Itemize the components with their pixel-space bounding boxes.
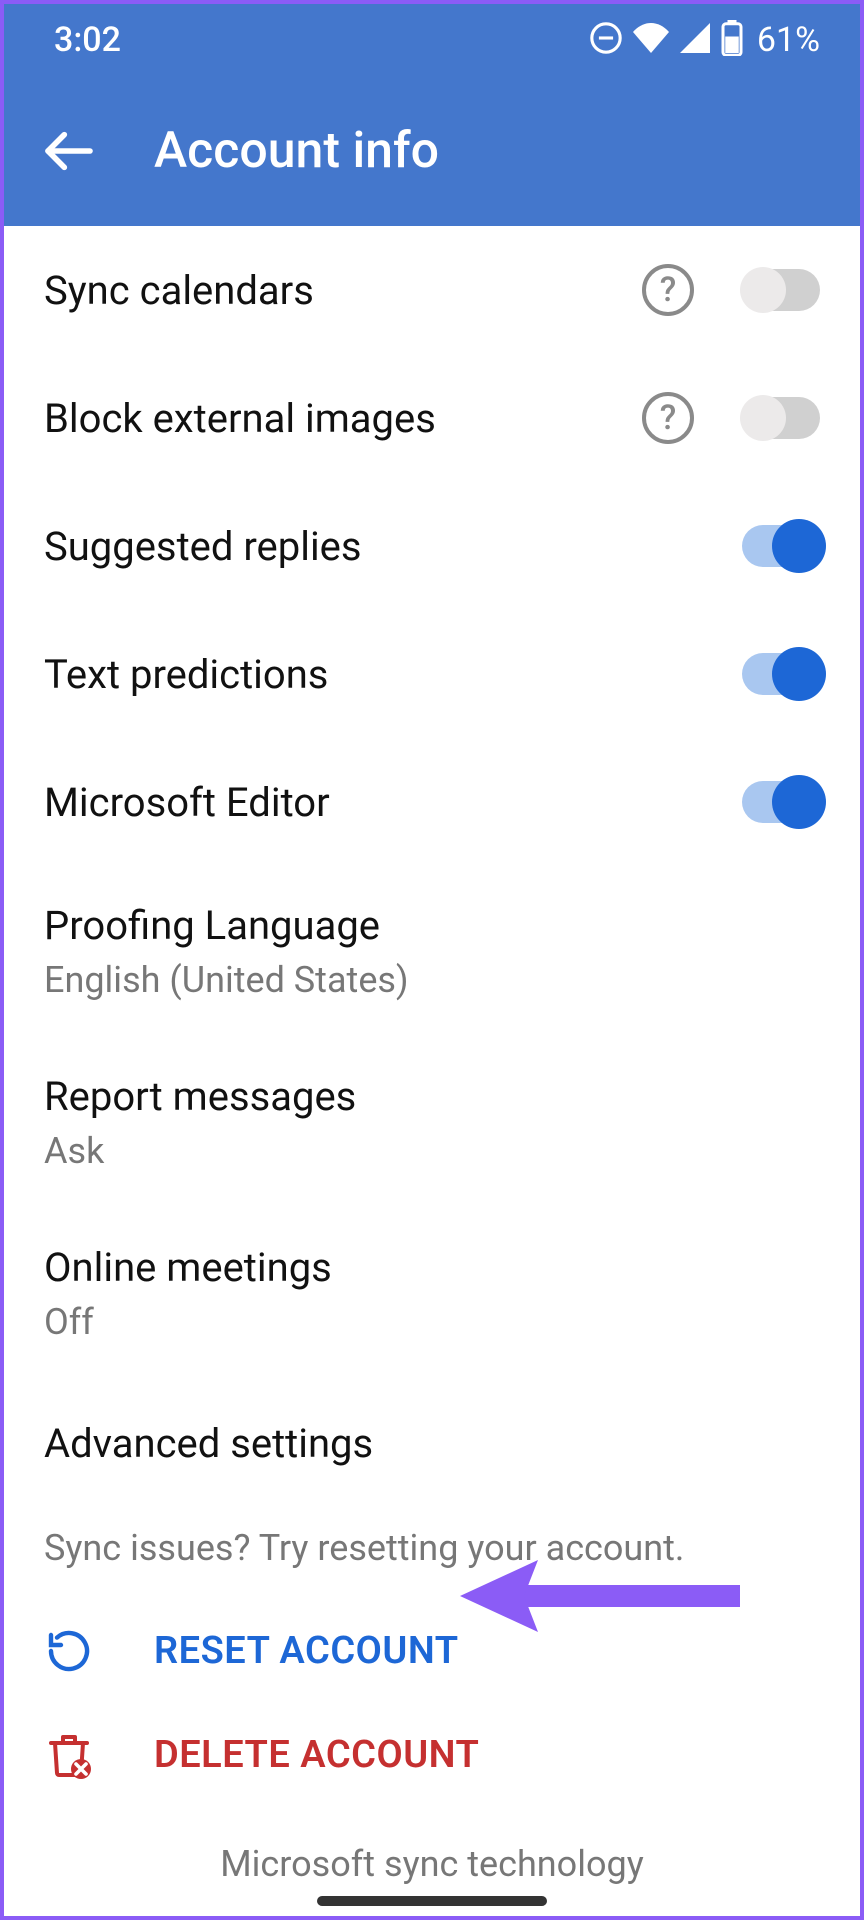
app-bar: Account info [4,76,860,226]
settings-list: Sync calendars ? Block external images ?… [4,226,860,1895]
value-report-messages: Ask [44,1130,820,1172]
row-report-messages[interactable]: Report messages Ask [4,1037,860,1208]
reset-account-button[interactable]: RESET ACCOUNT [4,1599,860,1703]
toggle-block-external[interactable] [742,397,820,439]
gesture-bar [317,1896,547,1906]
back-button[interactable] [34,116,104,186]
status-time: 3:02 [54,20,121,60]
label-text-predictions: Text predictions [44,651,732,698]
status-bar: 3:02 61% [4,4,860,76]
label-sync-calendars: Sync calendars [44,267,642,314]
row-suggested-replies[interactable]: Suggested replies [4,482,860,610]
row-sync-calendars[interactable]: Sync calendars ? [4,226,860,354]
label-microsoft-editor: Microsoft Editor [44,779,732,826]
delete-account-label: DELETE ACCOUNT [154,1733,479,1777]
trash-icon [44,1731,94,1779]
reset-account-label: RESET ACCOUNT [154,1629,459,1673]
dnd-icon [589,21,623,59]
wifi-icon [633,23,669,57]
help-icon[interactable]: ? [642,392,694,444]
help-icon[interactable]: ? [642,264,694,316]
row-microsoft-editor[interactable]: Microsoft Editor [4,738,860,866]
label-block-external: Block external images [44,395,642,442]
label-proofing-language: Proofing Language [44,902,820,949]
toggle-sync-calendars[interactable] [742,269,820,311]
sync-issues-hint: Sync issues? Try resetting your account. [4,1507,860,1599]
value-online-meetings: Off [44,1301,820,1343]
toggle-microsoft-editor[interactable] [742,781,820,823]
label-online-meetings: Online meetings [44,1244,820,1291]
row-online-meetings[interactable]: Online meetings Off [4,1208,860,1379]
label-report-messages: Report messages [44,1073,820,1120]
row-advanced-settings[interactable]: Advanced settings [4,1379,860,1507]
reset-icon [44,1627,94,1675]
cell-signal-icon [679,23,711,57]
battery-icon [721,20,743,60]
value-proofing-language: English (United States) [44,959,820,1001]
toggle-text-predictions[interactable] [742,653,820,695]
page-title: Account info [154,122,439,180]
footer-text: Microsoft sync technology [4,1807,860,1895]
status-icons: 61% [589,20,820,60]
row-text-predictions[interactable]: Text predictions [4,610,860,738]
label-advanced-settings: Advanced settings [44,1420,820,1467]
toggle-suggested-replies[interactable] [742,525,820,567]
label-suggested-replies: Suggested replies [44,523,732,570]
row-block-external-images[interactable]: Block external images ? [4,354,860,482]
battery-percent: 61% [757,20,820,60]
row-proofing-language[interactable]: Proofing Language English (United States… [4,866,860,1037]
delete-account-button[interactable]: DELETE ACCOUNT [4,1703,860,1807]
